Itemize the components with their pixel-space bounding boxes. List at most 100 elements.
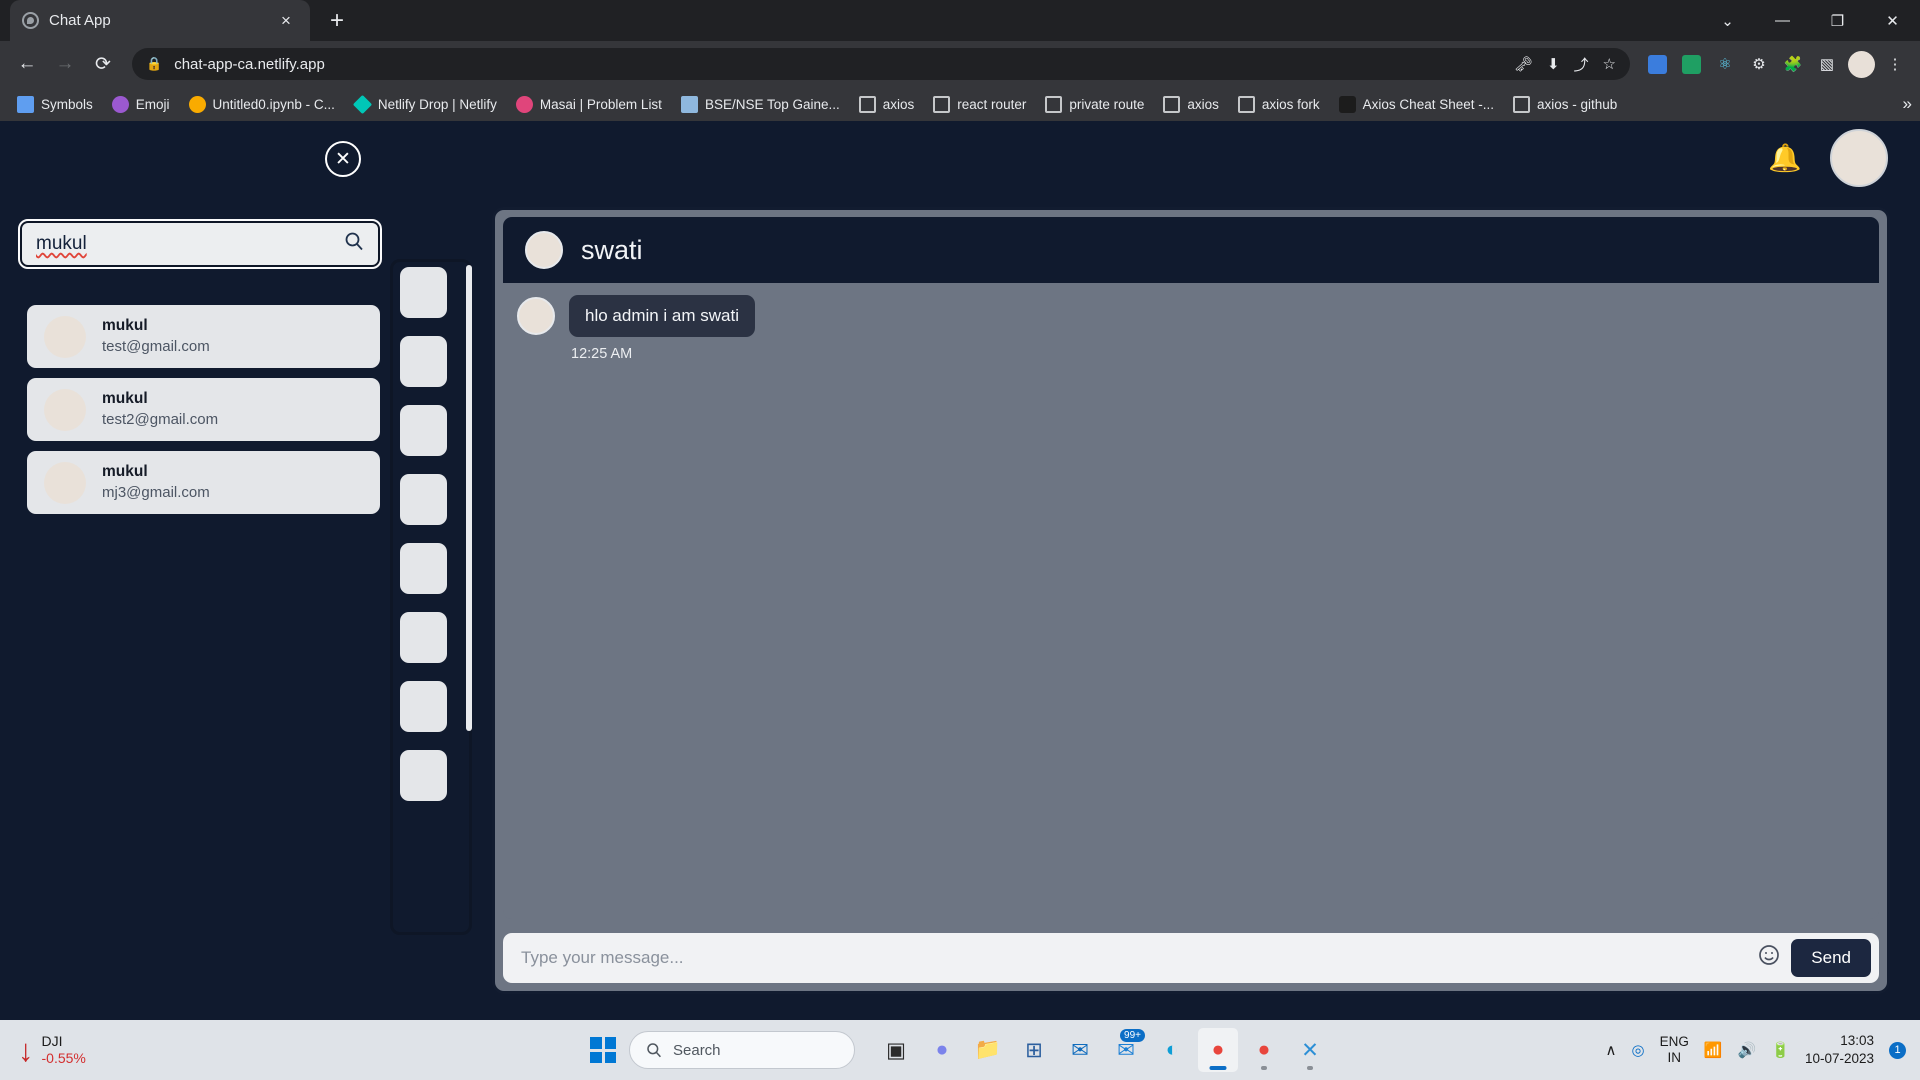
message-input[interactable]: [521, 948, 1747, 968]
taskbar-app-task-view[interactable]: ▣: [876, 1028, 916, 1072]
chat-list-item[interactable]: [400, 750, 447, 801]
profile-avatar[interactable]: [1846, 49, 1876, 79]
chat-column: swati hlo admin i am swati 12:25 AM: [470, 199, 1920, 1020]
close-search-button[interactable]: ✕: [325, 141, 361, 177]
bookmark-item[interactable]: Masai | Problem List: [508, 92, 670, 117]
url-text: chat-app-ca.netlify.app: [174, 56, 325, 73]
close-icon[interactable]: ×: [274, 9, 298, 33]
react-devtools-icon[interactable]: ⚛: [1710, 49, 1740, 79]
chat-header: swati: [503, 217, 1879, 283]
clock[interactable]: 13:03 10-07-2023: [1805, 1032, 1874, 1067]
extensions-puzzle-icon[interactable]: 🧩: [1778, 49, 1808, 79]
bookmark-label: axios - github: [1537, 97, 1617, 112]
language-indicator[interactable]: ENG IN: [1660, 1034, 1689, 1065]
file-explorer-icon: 📁: [975, 1038, 1001, 1062]
taskbar-app-vs-code[interactable]: ✕: [1290, 1028, 1330, 1072]
reload-icon[interactable]: ⟳: [86, 47, 120, 81]
volume-icon[interactable]: 🔊: [1738, 1041, 1757, 1059]
search-icon: [646, 1042, 662, 1058]
chat-list-item[interactable]: [400, 612, 447, 663]
vs-code-icon: ✕: [1301, 1038, 1319, 1063]
chat-list-item[interactable]: [400, 336, 447, 387]
bookmark-item[interactable]: Symbols: [9, 92, 101, 117]
back-icon[interactable]: ←: [10, 47, 44, 81]
bookmark-item[interactable]: axios: [1155, 92, 1227, 117]
bookmark-item[interactable]: Emoji: [104, 92, 178, 117]
search-icon[interactable]: [344, 231, 364, 257]
tab-title: Chat App: [49, 12, 264, 29]
chat-list-item[interactable]: [400, 681, 447, 732]
search-wrapper: mukul: [20, 221, 375, 267]
maximize-button[interactable]: ❐: [1810, 0, 1865, 41]
extension-f-icon[interactable]: [1676, 49, 1706, 79]
share-icon[interactable]: ⤴: [1574, 54, 1589, 75]
avatar[interactable]: [1830, 129, 1888, 187]
search-panel: mukul mukultest@gmail.com mukultest2@gmai…: [0, 199, 400, 1020]
taskbar-app-file-explorer[interactable]: 📁: [968, 1028, 1008, 1072]
avatar: [44, 389, 86, 431]
bookmark-item[interactable]: axios: [851, 92, 923, 117]
bookmark-label: Axios Cheat Sheet -...: [1363, 97, 1494, 112]
bookmark-star-icon[interactable]: ☆: [1603, 55, 1616, 73]
chat-list-scrollbar[interactable]: [466, 265, 472, 731]
start-button[interactable]: [590, 1037, 616, 1063]
chrome-menu-icon[interactable]: ⋮: [1880, 49, 1910, 79]
bookmark-label: axios: [883, 97, 915, 112]
taskbar-app-chrome-2[interactable]: ●: [1244, 1028, 1284, 1072]
emoji-icon[interactable]: [1757, 943, 1781, 973]
bookmark-item[interactable]: react router: [925, 92, 1034, 117]
taskbar-app-chrome-active[interactable]: ●: [1198, 1028, 1238, 1072]
meet-icon[interactable]: ◎: [1632, 1041, 1645, 1059]
search-result-item[interactable]: mukultest@gmail.com: [27, 305, 380, 368]
bookmark-item[interactable]: Untitled0.ipynb - C...: [181, 92, 343, 117]
address-bar[interactable]: 🔒 chat-app-ca.netlify.app 🗝 ⬇ ⤴ ☆: [132, 48, 1630, 80]
password-key-icon[interactable]: 🗝: [1514, 55, 1533, 73]
search-input[interactable]: mukul: [20, 221, 380, 267]
close-window-button[interactable]: ✕: [1865, 0, 1920, 41]
battery-icon[interactable]: 🔋: [1771, 1041, 1790, 1059]
taskbar-app-notifications-app[interactable]: ✉99+: [1106, 1028, 1146, 1072]
forward-icon[interactable]: →: [48, 47, 82, 81]
bell-icon[interactable]: 🔔: [1768, 142, 1802, 174]
bookmarks-overflow-icon[interactable]: »: [1903, 94, 1912, 114]
side-panel-icon[interactable]: ▧: [1812, 49, 1842, 79]
chevron-down-icon[interactable]: ⌄: [1700, 0, 1755, 41]
taskbar-widget[interactable]: ↓ DJI -0.55%: [0, 1033, 520, 1068]
pen-icon[interactable]: [1642, 49, 1672, 79]
chat-list-item[interactable]: [400, 267, 447, 318]
taskbar-search[interactable]: Search: [629, 1031, 855, 1069]
taskbar-app-outlook[interactable]: ✉: [1060, 1028, 1100, 1072]
new-tab-button[interactable]: +: [320, 4, 354, 38]
download-icon[interactable]: ⬇: [1547, 55, 1560, 73]
bookmark-item[interactable]: axios fork: [1230, 92, 1328, 117]
bookmark-item[interactable]: Axios Cheat Sheet -...: [1331, 92, 1502, 117]
netlify-icon: [353, 94, 372, 113]
chat-list-item[interactable]: [400, 474, 447, 525]
taskbar-app-teams[interactable]: ●: [922, 1028, 962, 1072]
tab-chat-app[interactable]: Chat App ×: [10, 0, 310, 41]
taskbar-app-microsoft-store[interactable]: ⊞: [1014, 1028, 1054, 1072]
notification-badge[interactable]: 1: [1889, 1042, 1906, 1059]
bookmark-label: BSE/NSE Top Gaine...: [705, 97, 840, 112]
browser-toolbar: ← → ⟳ 🔒 chat-app-ca.netlify.app 🗝 ⬇ ⤴ ☆ …: [0, 41, 1920, 87]
search-result-item[interactable]: mukultest2@gmail.com: [27, 378, 380, 441]
generic-icon: [1513, 96, 1530, 113]
bookmark-item[interactable]: private route: [1037, 92, 1152, 117]
wifi-icon[interactable]: 📶: [1704, 1041, 1723, 1059]
minimize-button[interactable]: —: [1755, 0, 1810, 41]
send-button[interactable]: Send: [1791, 939, 1871, 977]
bookmark-label: axios: [1187, 97, 1219, 112]
bookmark-item[interactable]: axios - github: [1505, 92, 1625, 117]
chat-list-column: [400, 199, 470, 1020]
gear-icon[interactable]: ⚙: [1744, 49, 1774, 79]
stock-down-arrow-icon: ↓: [18, 1035, 34, 1066]
bookmark-item[interactable]: BSE/NSE Top Gaine...: [673, 92, 848, 117]
chat-list-item[interactable]: [400, 543, 447, 594]
chrome-active-icon: ●: [1212, 1038, 1225, 1062]
masai-icon: [516, 96, 533, 113]
bookmark-item[interactable]: Netlify Drop | Netlify: [346, 92, 505, 117]
chevron-up-icon[interactable]: ∧: [1606, 1041, 1617, 1059]
taskbar-app-edge[interactable]: ◐: [1152, 1028, 1192, 1072]
search-result-item[interactable]: mukulmj3@gmail.com: [27, 451, 380, 514]
chat-list-item[interactable]: [400, 405, 447, 456]
